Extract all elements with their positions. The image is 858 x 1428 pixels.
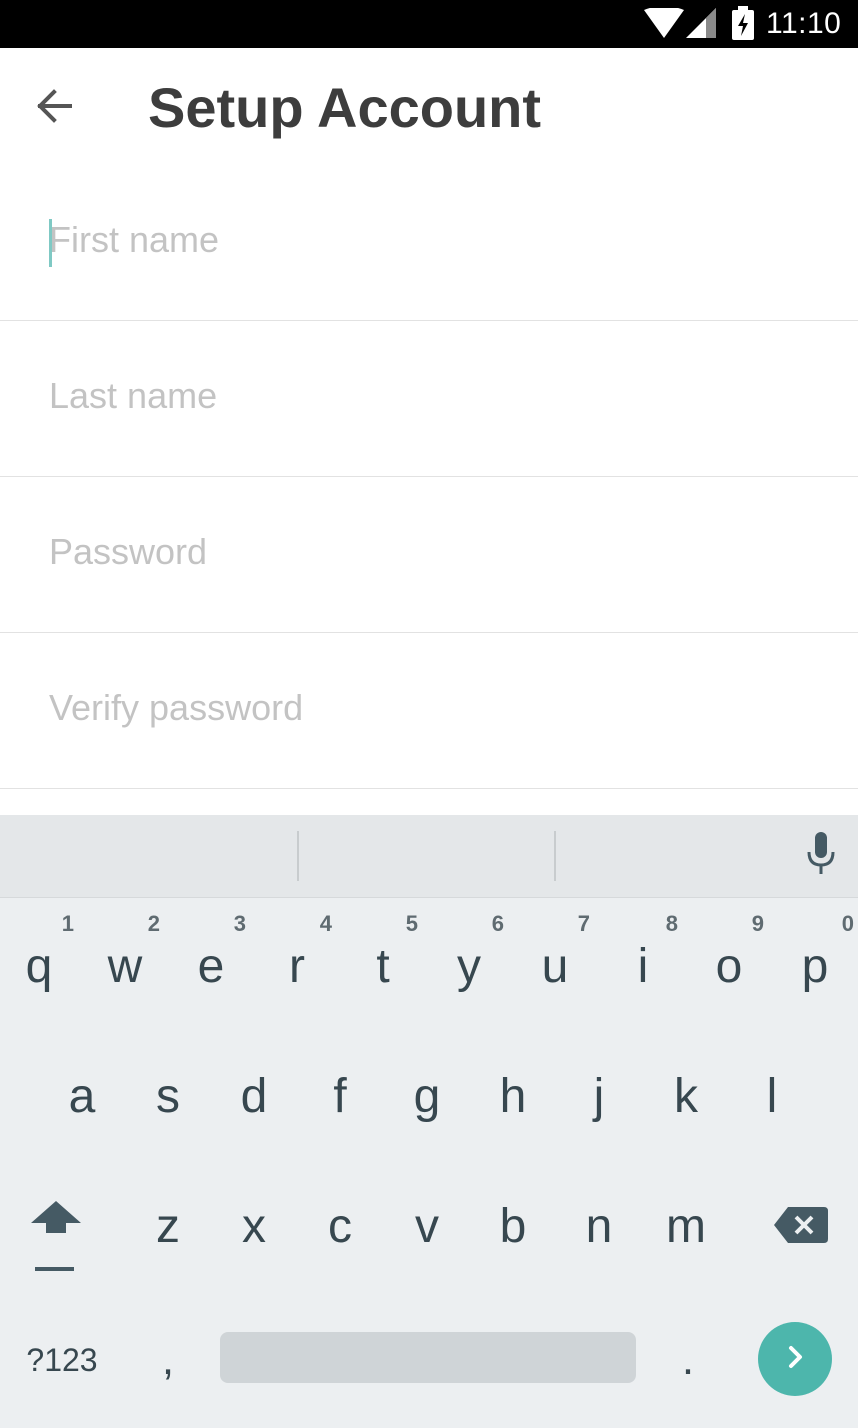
key-label: o [715, 940, 743, 993]
key-s[interactable]: s [125, 1035, 211, 1155]
battery-charging-icon [732, 6, 754, 45]
key-label: t [376, 940, 390, 993]
key-label: w [107, 940, 143, 993]
spacebar[interactable] [220, 1332, 636, 1383]
key-h[interactable]: h [470, 1035, 556, 1155]
key-i[interactable]: 8i [600, 903, 686, 1023]
key-label: n [585, 1200, 613, 1253]
signal-icon [686, 8, 718, 43]
key-label: r [289, 940, 305, 993]
key-z[interactable]: z [125, 1165, 211, 1285]
last-name-input[interactable] [49, 365, 809, 427]
key-label: u [541, 940, 569, 993]
key-p[interactable]: 0p [772, 903, 858, 1023]
key-hint: 2 [147, 911, 160, 936]
page-title: Setup Account [148, 76, 542, 139]
key-hint: 7 [577, 911, 590, 936]
backspace-icon [758, 1207, 844, 1287]
key-label: d [240, 1070, 268, 1123]
microphone-icon [806, 831, 836, 881]
last-name-field [0, 321, 858, 477]
first-name-field [0, 165, 858, 321]
suggestion-divider [297, 831, 299, 881]
key-label: a [68, 1070, 96, 1123]
key-j[interactable]: j [556, 1035, 642, 1155]
key-label: m [666, 1200, 706, 1253]
key-hint: 5 [405, 911, 418, 936]
key-hint: 3 [233, 911, 246, 936]
app-bar: Setup Account [0, 48, 858, 168]
verify-password-field [0, 633, 858, 789]
key-r[interactable]: 4r [254, 903, 340, 1023]
key-w[interactable]: 2w [82, 903, 168, 1023]
symbols-key[interactable]: ?123 [10, 1315, 114, 1405]
key-hint: 4 [319, 911, 332, 936]
suggestion-strip [0, 815, 858, 898]
first-name-input[interactable] [49, 209, 809, 271]
voice-input-button[interactable] [796, 829, 846, 883]
key-label: c [328, 1200, 352, 1253]
key-label: y [457, 940, 481, 993]
verify-password-input[interactable] [49, 677, 809, 739]
key-m[interactable]: m [643, 1165, 729, 1285]
backspace-key[interactable] [758, 1183, 844, 1303]
key-label: v [415, 1200, 439, 1253]
key-t[interactable]: 5t [340, 903, 426, 1023]
key-hint: 0 [841, 911, 854, 936]
key-n[interactable]: n [556, 1165, 642, 1285]
back-button[interactable] [22, 72, 86, 144]
status-clock: 11:10 [766, 7, 842, 40]
wifi-icon [644, 6, 684, 43]
shift-icon [14, 1201, 100, 1287]
key-u[interactable]: 7u [512, 903, 598, 1023]
key-hint: 9 [751, 911, 764, 936]
key-x[interactable]: x [211, 1165, 297, 1285]
key-k[interactable]: k [643, 1035, 729, 1155]
key-y[interactable]: 6y [426, 903, 512, 1023]
suggestion-divider [554, 831, 556, 881]
key-label: q [25, 940, 53, 993]
key-label: j [593, 1070, 605, 1123]
key-a[interactable]: a [39, 1035, 125, 1155]
shift-key[interactable] [14, 1183, 100, 1303]
key-q[interactable]: 1q [0, 903, 82, 1023]
key-label: s [156, 1070, 180, 1123]
key-f[interactable]: f [297, 1035, 383, 1155]
key-e[interactable]: 3e [168, 903, 254, 1023]
key-label: x [242, 1200, 266, 1253]
key-label: z [156, 1200, 180, 1253]
key-g[interactable]: g [384, 1035, 470, 1155]
key-b[interactable]: b [470, 1165, 556, 1285]
key-label: g [413, 1070, 441, 1123]
password-field [0, 477, 858, 633]
key-v[interactable]: v [384, 1165, 470, 1285]
key-label: i [637, 940, 649, 993]
key-o[interactable]: 9o [686, 903, 772, 1023]
key-hint: 1 [61, 911, 74, 936]
comma-key[interactable]: , [128, 1315, 208, 1405]
key-hint: 8 [665, 911, 678, 936]
text-cursor [49, 219, 52, 267]
key-label: f [333, 1070, 347, 1123]
key-l[interactable]: l [729, 1035, 815, 1155]
status-bar: 11:10 [0, 0, 858, 48]
key-hint: 6 [491, 911, 504, 936]
key-label: k [674, 1070, 698, 1123]
arrow-left-icon [34, 86, 74, 131]
enter-button[interactable] [758, 1322, 832, 1396]
soft-keyboard: 1q 2w 3e 4r 5t 6y 7u 8i 9o 0p a s d f g … [0, 815, 858, 1428]
key-label: l [766, 1070, 778, 1123]
key-label: p [801, 940, 829, 993]
period-key[interactable]: . [648, 1315, 728, 1405]
key-c[interactable]: c [297, 1165, 383, 1285]
password-input[interactable] [49, 521, 809, 583]
key-label: h [499, 1070, 527, 1123]
key-d[interactable]: d [211, 1035, 297, 1155]
chevron-right-icon [780, 1342, 810, 1377]
key-label: e [197, 940, 225, 993]
key-label: b [499, 1200, 527, 1253]
